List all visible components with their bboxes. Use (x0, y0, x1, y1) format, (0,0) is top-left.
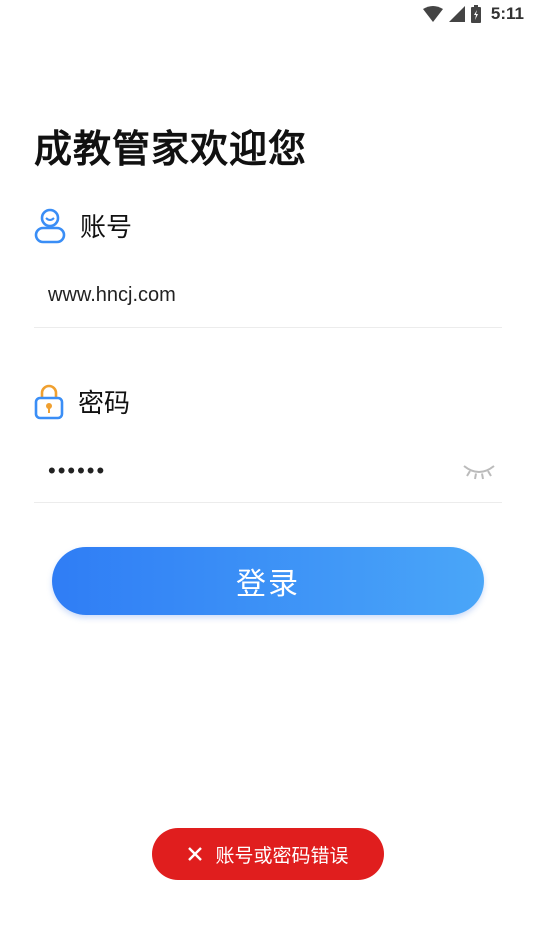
wifi-icon (422, 6, 443, 22)
password-label-row: 密码 (34, 383, 130, 420)
account-label: 账号 (80, 213, 133, 243)
password-input[interactable] (34, 439, 502, 503)
account-input[interactable] (34, 264, 502, 328)
toast-message: 账号或密码错误 (215, 844, 349, 867)
password-label: 密码 (78, 389, 131, 419)
battery-icon (470, 5, 481, 23)
user-icon (34, 208, 66, 243)
close-icon (188, 847, 203, 861)
account-label-row: 账号 (34, 207, 132, 244)
status-bar: 5:11 (0, 0, 536, 30)
login-button[interactable]: 登录 (52, 547, 484, 615)
error-toast: 账号或密码错误 (152, 828, 384, 880)
signal-icon (448, 6, 465, 22)
status-icons: 5:11 (422, 4, 524, 24)
page-title: 成教管家欢迎您 (34, 127, 308, 171)
status-time: 5:11 (490, 4, 524, 23)
lock-icon (34, 384, 64, 419)
eye-closed-icon[interactable] (462, 458, 496, 482)
